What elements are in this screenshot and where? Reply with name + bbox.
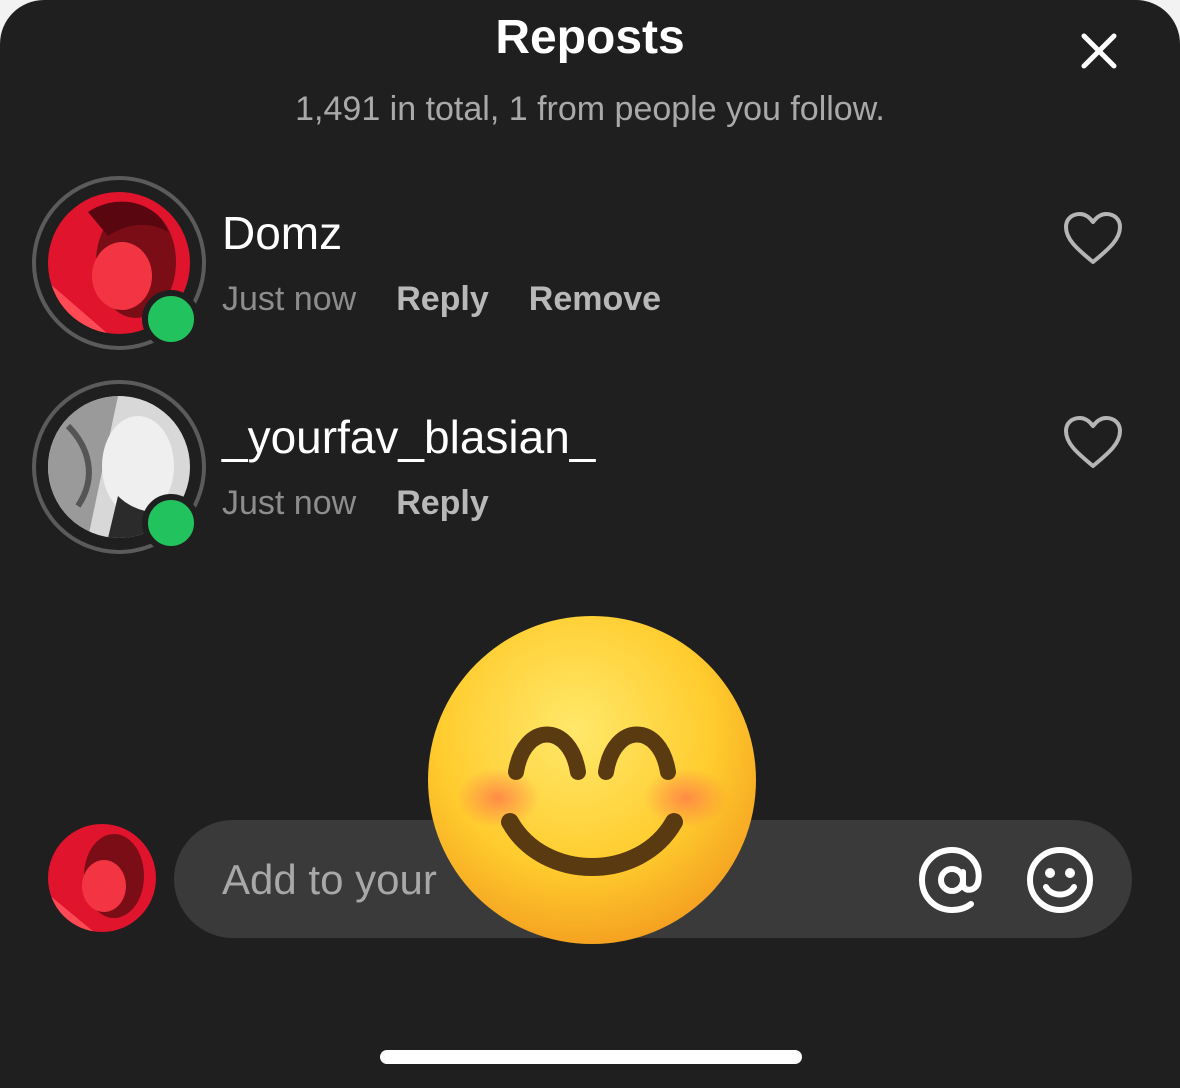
online-status-dot (142, 290, 200, 348)
timestamp: Just now (222, 484, 357, 522)
username[interactable]: _yourfav_blasian_ (222, 410, 595, 464)
repost-row: Domz Just now Reply Remove (0, 176, 1180, 356)
current-user-avatar (48, 824, 156, 932)
reposts-sheet: Reposts 1,491 in total, 1 from people yo… (0, 0, 1180, 1088)
remove-button[interactable]: Remove (529, 280, 661, 319)
heart-icon[interactable] (1062, 414, 1124, 470)
emoji-icon[interactable] (1024, 844, 1096, 916)
online-status-dot (142, 494, 200, 552)
repost-count-subtitle: 1,491 in total, 1 from people you follow… (295, 90, 885, 128)
heart-icon[interactable] (1062, 210, 1124, 266)
reply-button[interactable]: Reply (396, 484, 489, 523)
sheet-title: Reposts (495, 11, 685, 64)
close-icon[interactable] (1078, 30, 1120, 72)
timestamp: Just now (222, 280, 357, 318)
reply-button[interactable]: Reply (396, 280, 489, 319)
at-icon[interactable] (916, 844, 988, 916)
input-placeholder: Add to your (222, 856, 437, 903)
repost-row: _yourfav_blasian_ Just now Reply (0, 380, 1180, 560)
add-to-repost-input[interactable]: Add to your (174, 820, 1132, 938)
home-indicator[interactable] (380, 1050, 802, 1064)
username[interactable]: Domz (222, 206, 342, 260)
